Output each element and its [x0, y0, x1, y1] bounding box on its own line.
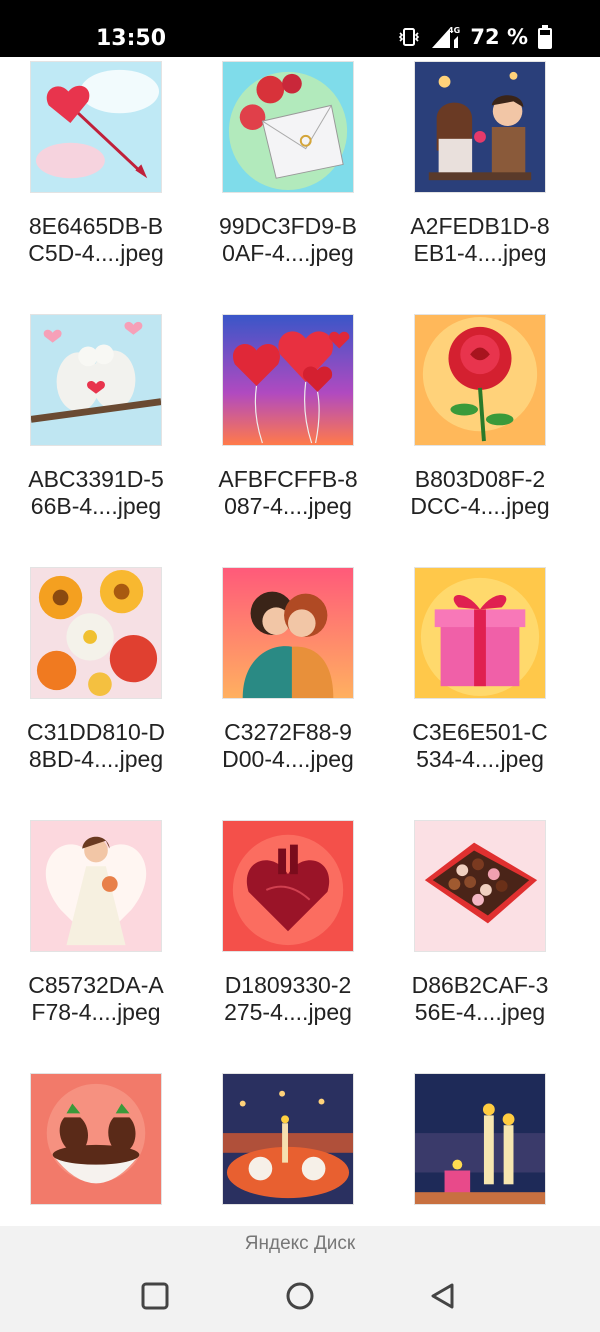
back-button[interactable]	[428, 1281, 458, 1311]
file-name: C85732DA-A F78-4....jpeg	[28, 972, 164, 1025]
file-name: 99DC3FD9-B 0AF-4....jpeg	[218, 213, 358, 266]
file-tile[interactable]: D1809330-2 275-4....jpeg	[192, 816, 384, 1056]
triangle-back-icon	[431, 1283, 454, 1309]
file-name: 8E6465DB-B C5D-4....jpeg	[28, 213, 164, 266]
file-name: B803D08F-2 DCC-4....jpeg	[410, 466, 550, 519]
status-bar: 13:50 4G 72 %	[0, 0, 600, 57]
file-tile[interactable]	[384, 1069, 576, 1226]
candles-image	[414, 1073, 546, 1205]
red-rose-image	[414, 314, 546, 446]
file-tile[interactable]	[0, 1069, 192, 1226]
app-label: Яндекс Диск	[244, 1233, 356, 1254]
chocolate-strawberries-image	[30, 1073, 162, 1205]
file-tile[interactable]: C85732DA-A F78-4....jpeg	[0, 816, 192, 1056]
file-tile[interactable]: 8E6465DB-B C5D-4....jpeg	[0, 57, 192, 297]
file-tile[interactable]	[192, 1069, 384, 1226]
bride-image	[30, 820, 162, 952]
network-label: 4G	[448, 26, 460, 35]
file-name: C3E6E501-C 534-4....jpeg	[412, 719, 548, 772]
heart-balloons-image	[222, 314, 354, 446]
roses-envelope-image	[222, 61, 354, 193]
file-tile[interactable]: 99DC3FD9-B 0AF-4....jpeg	[192, 57, 384, 297]
couple-date-image	[414, 61, 546, 193]
doves-image	[30, 314, 162, 446]
recents-button[interactable]	[140, 1281, 170, 1311]
file-name: D1809330-2 275-4....jpeg	[224, 972, 352, 1025]
anatomical-heart-image	[222, 820, 354, 952]
file-name: D86B2CAF-3 56E-4....jpeg	[411, 972, 549, 1025]
file-tile[interactable]: D86B2CAF-3 56E-4....jpeg	[384, 816, 576, 1056]
file-name: C3272F88-9 D00-4....jpeg	[222, 719, 354, 772]
bottom-bar: Яндекс Диск	[0, 1226, 600, 1332]
battery-percent: 72 %	[470, 25, 528, 49]
file-name: ABC3391D-5 66B-4....jpeg	[28, 466, 164, 519]
hugging-couple-image	[222, 567, 354, 699]
heart-arrow-image	[30, 61, 162, 193]
signal-icon: 4G	[432, 26, 460, 48]
file-tile[interactable]: ABC3391D-5 66B-4....jpeg	[0, 310, 192, 550]
file-name: A2FEDB1D-8 EB1-4....jpeg	[410, 213, 550, 266]
file-tile[interactable]: C3E6E501-C 534-4....jpeg	[384, 563, 576, 803]
chocolate-box-image	[414, 820, 546, 952]
candlelit-dinner-image	[222, 1073, 354, 1205]
file-name: C31DD810-D 8BD-4....jpeg	[26, 719, 166, 772]
square-icon	[141, 1282, 169, 1310]
file-tile[interactable]: B803D08F-2 DCC-4....jpeg	[384, 310, 576, 550]
vibrate-icon	[399, 28, 420, 46]
flowers-bouquet-image	[30, 567, 162, 699]
gift-box-image	[414, 567, 546, 699]
file-tile[interactable]: A2FEDB1D-8 EB1-4....jpeg	[384, 57, 576, 297]
status-icons: 4G 72 %	[398, 24, 552, 50]
file-tile[interactable]: C3272F88-9 D00-4....jpeg	[192, 563, 384, 803]
file-grid: 8E6465DB-B C5D-4....jpeg 99DC3FD9-B 0AF-4.…	[0, 57, 600, 1226]
status-time: 13:50	[96, 26, 167, 51]
battery-icon	[538, 25, 552, 49]
file-name: AFBFCFFB-8 087-4....jpeg	[218, 466, 358, 519]
file-tile[interactable]: AFBFCFFB-8 087-4....jpeg	[192, 310, 384, 550]
circle-icon	[286, 1282, 314, 1310]
file-tile[interactable]: C31DD810-D 8BD-4....jpeg	[0, 563, 192, 803]
home-button[interactable]	[285, 1281, 315, 1311]
